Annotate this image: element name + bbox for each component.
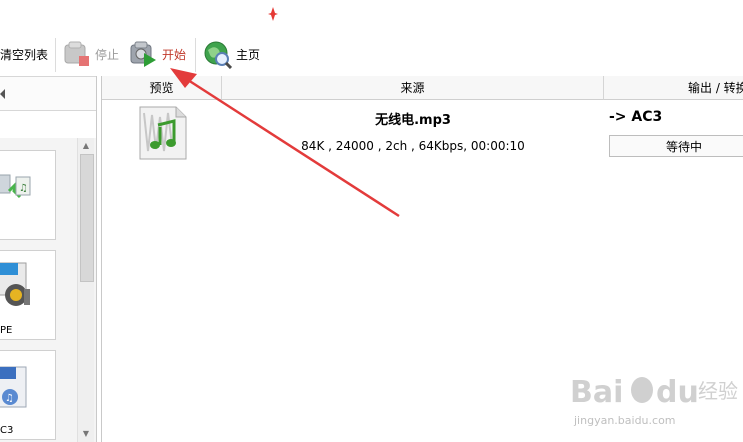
column-header-source[interactable]: 来源: [222, 76, 604, 100]
start-label: 开始: [162, 47, 187, 62]
column-header-preview[interactable]: 预览: [102, 76, 222, 100]
svg-text:经验: 经验: [698, 379, 738, 403]
scroll-up-icon[interactable]: ▲: [79, 140, 93, 152]
home-button[interactable]: 主页: [202, 38, 260, 70]
red-marker-icon: [268, 7, 278, 21]
home-globe-icon: [204, 41, 232, 69]
sidebar-scrollbar[interactable]: ▲ ▼: [77, 138, 94, 442]
format-card[interactable]: ♫: [0, 150, 56, 240]
stop-icon: [64, 41, 89, 66]
clear-list-label: 清空列表: [0, 47, 49, 62]
toolbar: 清空列表 停止 开始 主页: [0, 0, 743, 76]
format-sidebar: ♫ PE ♫ C3 ▲ ▼: [0, 76, 97, 442]
output-format: -> AC3: [609, 109, 663, 125]
ape-format-icon: [0, 262, 30, 306]
column-header-label: 预览: [149, 81, 174, 95]
toolbar-separator: [195, 38, 196, 72]
status-button[interactable]: 等待中: [609, 135, 743, 157]
watermark-url: jingyan.baidu.com: [574, 414, 676, 427]
source-file-info: 84K , 24000 , 2ch , 64Kbps, 00:00:10: [301, 139, 525, 153]
format-card-label: PE: [0, 325, 13, 336]
collapse-arrow-icon[interactable]: [0, 89, 5, 99]
clear-list-button[interactable]: 清空列表: [0, 38, 48, 70]
svg-text:♫: ♫: [5, 393, 14, 404]
stop-button[interactable]: 停止: [62, 38, 119, 70]
audio-convert-icon: ♫: [0, 174, 31, 199]
sidebar-header[interactable]: [0, 76, 96, 111]
column-header-label: 来源: [400, 81, 425, 95]
format-card-label: C3: [0, 425, 14, 436]
source-filename: 无线电.mp3: [375, 113, 451, 128]
music-file-icon: [139, 106, 187, 160]
table-row[interactable]: 无线电.mp3 84K , 24000 , 2ch , 64Kbps, 00:0…: [102, 101, 743, 171]
scrollbar-thumb[interactable]: [80, 154, 94, 282]
stop-label: 停止: [95, 47, 120, 62]
scroll-down-icon[interactable]: ▼: [79, 428, 93, 440]
format-card[interactable]: PE: [0, 250, 56, 340]
home-label: 主页: [236, 47, 261, 62]
toolbar-separator: [55, 38, 56, 72]
ac3-format-icon: ♫: [0, 366, 27, 408]
column-header-label: 输出 / 转换: [688, 81, 743, 95]
start-button[interactable]: 开始: [128, 38, 186, 70]
svg-text:♫: ♫: [19, 183, 28, 194]
svg-text:du: du: [656, 375, 699, 410]
svg-text:Bai: Bai: [570, 375, 623, 410]
column-header-output[interactable]: 输出 / 转换: [604, 76, 743, 100]
format-card[interactable]: ♫ C3: [0, 350, 56, 440]
status-label: 等待中: [665, 139, 702, 154]
start-icon: [130, 41, 156, 67]
